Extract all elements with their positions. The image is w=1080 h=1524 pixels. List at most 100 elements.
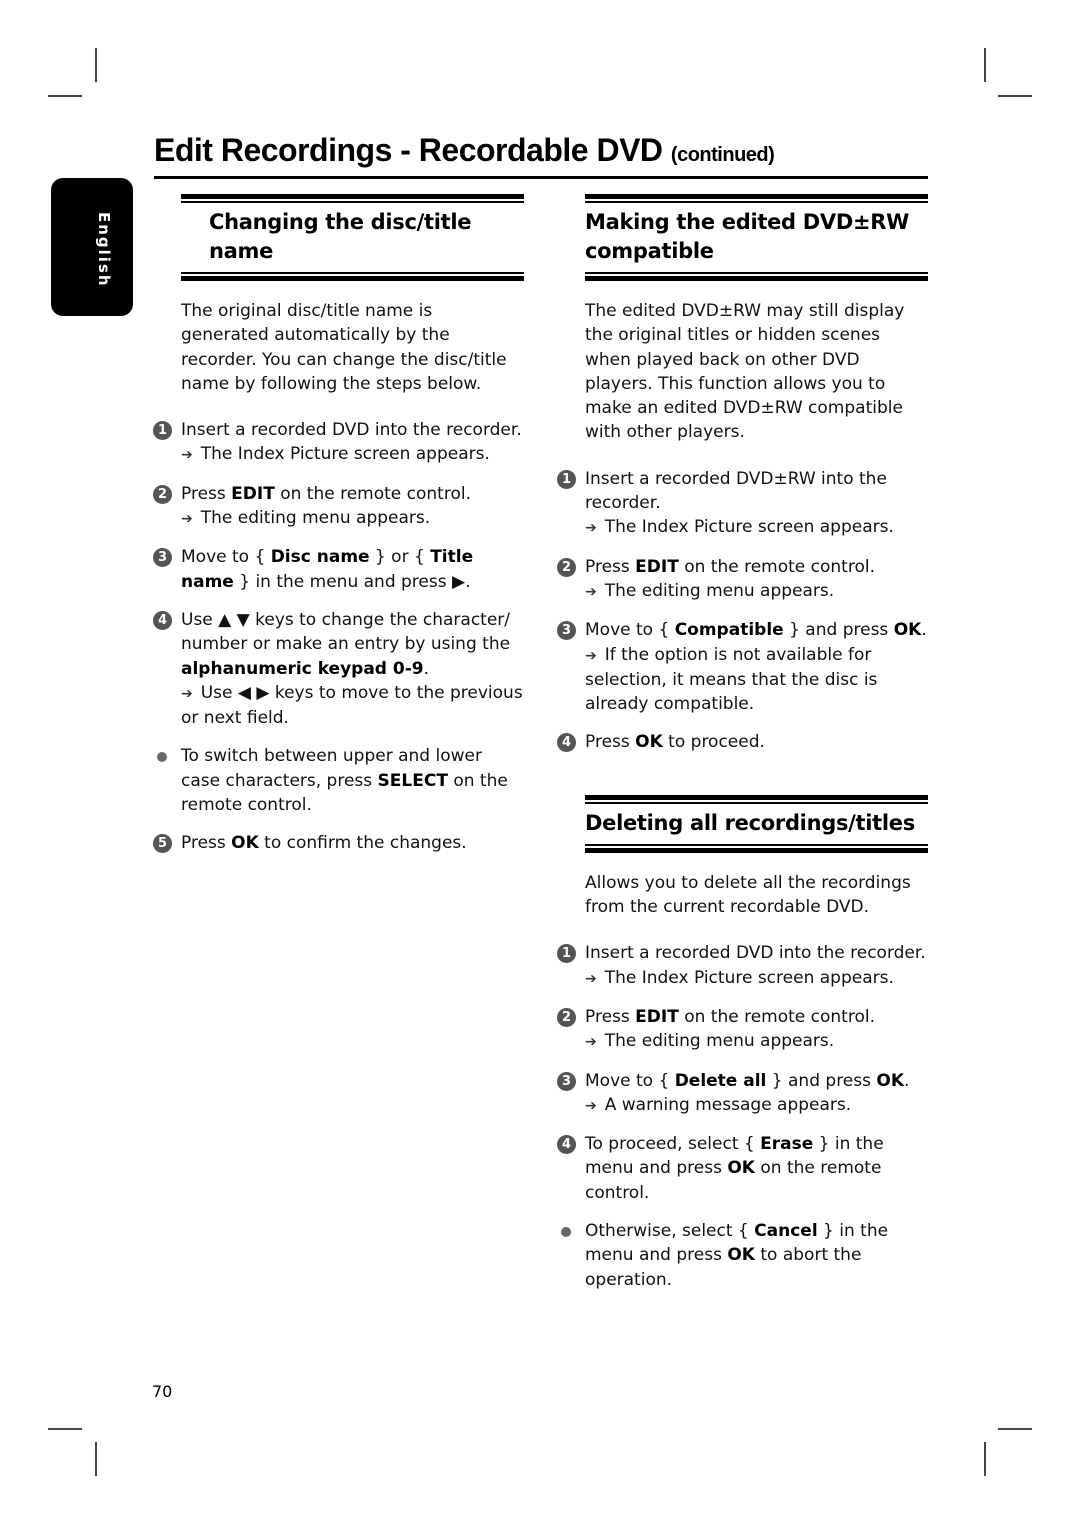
result-text: The Index Picture screen appears. — [604, 967, 894, 988]
menu-option: Compatible — [674, 620, 784, 641]
result-text: A warning message appears. — [604, 1094, 852, 1115]
section-heading-block: Deleting all recordings/titles — [557, 794, 928, 853]
crop-mark — [48, 1428, 82, 1430]
page-title: Edit Recordings - Recordable DVD (contin… — [154, 132, 775, 169]
step-3: 3 Move to { Delete all } and press OK. ➔… — [557, 1069, 928, 1119]
heading-rule — [585, 794, 928, 800]
step-number-icon: 4 — [557, 733, 576, 753]
heading-rule — [181, 276, 524, 281]
step-number-icon: 3 — [153, 548, 172, 568]
menu-option: Disc name — [270, 547, 370, 568]
heading-rule — [585, 276, 928, 281]
step-4: 4 Use ▲ ▼ keys to change the character/ … — [153, 608, 524, 731]
step-number-icon: 1 — [557, 469, 576, 489]
step-number-icon: 3 — [557, 1071, 576, 1091]
crop-mark — [984, 48, 986, 82]
key-label: EDIT — [635, 556, 679, 577]
menu-option: Cancel — [754, 1221, 818, 1242]
step-number-icon: 5 — [153, 834, 172, 854]
step-4: 4 Press OK to proceed. — [557, 730, 928, 754]
text: on the remote control. — [274, 483, 471, 504]
key-label: OK — [893, 620, 922, 641]
menu-option: Erase — [760, 1134, 814, 1155]
section-heading-block: Making the edited DVD±RW compatible — [557, 194, 928, 281]
text: } and press — [783, 620, 894, 641]
section-changing-disc-title-name: Changing the disc/title name The origina… — [153, 194, 524, 856]
step-number-icon: 4 — [557, 1135, 576, 1155]
text: Move to { — [585, 1070, 675, 1091]
arrow-right-icon: ➔ — [585, 970, 597, 987]
section-intro: Allows you to delete all the recordings … — [585, 872, 911, 918]
heading-rule — [181, 194, 524, 199]
key-label: EDIT — [231, 483, 275, 504]
key-label: OK — [635, 732, 663, 753]
crop-mark — [95, 48, 97, 82]
section-heading: Deleting all recordings/titles — [585, 810, 915, 835]
text: Use ▲ ▼ keys to change the character/ nu… — [181, 609, 511, 655]
text: on the remote control. — [678, 556, 875, 577]
text: Press — [181, 833, 232, 854]
step-number-icon: 3 — [557, 621, 576, 641]
step-text: Move to { Disc name } or { Title name } … — [181, 545, 524, 594]
step-text: Press EDIT on the remote control. — [585, 555, 928, 579]
heading-rule — [585, 843, 928, 846]
step-result: ➔ The editing menu appears. — [585, 579, 928, 604]
step-result: ➔ Use ◀ ▶ keys to move to the previous or… — [181, 681, 524, 731]
step-4: 4 To proceed, select { Erase } in the me… — [557, 1132, 928, 1205]
crop-mark — [998, 1428, 1032, 1430]
text: . — [921, 620, 927, 641]
key-label: SELECT — [377, 770, 448, 791]
step-result: ➔ The Index Picture screen appears. — [585, 966, 928, 991]
crop-mark — [95, 1442, 97, 1476]
key-label: OK — [727, 1245, 755, 1266]
text: to proceed. — [662, 732, 765, 753]
menu-option: Delete all — [674, 1070, 767, 1091]
arrow-right-icon: ➔ — [181, 511, 193, 528]
key-label: alphanumeric keypad 0-9 — [181, 658, 424, 679]
key-label: OK — [727, 1158, 755, 1179]
page-title-suffix: (continued) — [670, 144, 775, 166]
crop-mark — [48, 95, 82, 97]
step-text: Move to { Delete all } and press OK. — [585, 1069, 928, 1093]
key-label: OK — [231, 833, 259, 854]
step-text: To switch between upper and lower case c… — [181, 744, 524, 817]
step-1: 1 Insert a recorded DVD into the recorde… — [153, 418, 524, 468]
step-2: 2 Press EDIT on the remote control. ➔ The… — [557, 1005, 928, 1055]
text: Otherwise, select { — [585, 1221, 755, 1242]
step-2: 2 Press EDIT on the remote control. ➔ The… — [153, 482, 524, 532]
step-result: ➔ If the option is not available for sele… — [585, 643, 928, 717]
step-text: Press OK to proceed. — [585, 730, 928, 754]
text: Move to { — [181, 547, 271, 568]
step-text: Press EDIT on the remote control. — [181, 482, 524, 506]
text: to confirm the changes. — [258, 833, 467, 854]
step-text: Insert a recorded DVD±RW into the record… — [585, 468, 887, 514]
crop-mark — [984, 1442, 986, 1476]
arrow-right-icon: ➔ — [181, 685, 193, 702]
step-2: 2 Press EDIT on the remote control. ➔ The… — [557, 555, 928, 605]
text: Move to { — [585, 620, 675, 641]
step-text: Insert a recorded DVD into the recorder. — [585, 943, 926, 964]
section-intro: The edited DVD±RW may still display the … — [585, 301, 905, 443]
step-result: ➔ The editing menu appears. — [181, 506, 524, 531]
result-text: The Index Picture screen appears. — [200, 444, 490, 465]
text: } and press — [766, 1070, 877, 1091]
step-text: Use ▲ ▼ keys to change the character/ nu… — [181, 608, 524, 681]
step-text: Otherwise, select { Cancel } in the menu… — [585, 1219, 928, 1292]
heading-rule — [181, 272, 524, 274]
title-rule — [154, 176, 928, 179]
step-5: 5 Press OK to confirm the changes. — [153, 831, 524, 855]
text: To proceed, select { — [585, 1134, 761, 1155]
arrow-right-icon: ➔ — [585, 583, 597, 600]
text: . — [904, 1070, 910, 1091]
bullet-note: To switch between upper and lower case c… — [157, 744, 524, 817]
step-text: To proceed, select { Erase } in the menu… — [585, 1132, 928, 1205]
heading-rule — [585, 847, 928, 853]
language-tab: English — [51, 178, 133, 316]
step-text: Press OK to confirm the changes. — [181, 831, 524, 855]
section-intro: The original disc/title name is generate… — [181, 301, 507, 394]
text: on the remote control. — [678, 1006, 875, 1027]
step-3: 3 Move to { Disc name } or { Title name … — [153, 545, 524, 594]
arrow-right-icon: ➔ — [585, 647, 597, 664]
result-text: The editing menu appears. — [604, 1031, 835, 1052]
heading-rule — [585, 272, 928, 274]
